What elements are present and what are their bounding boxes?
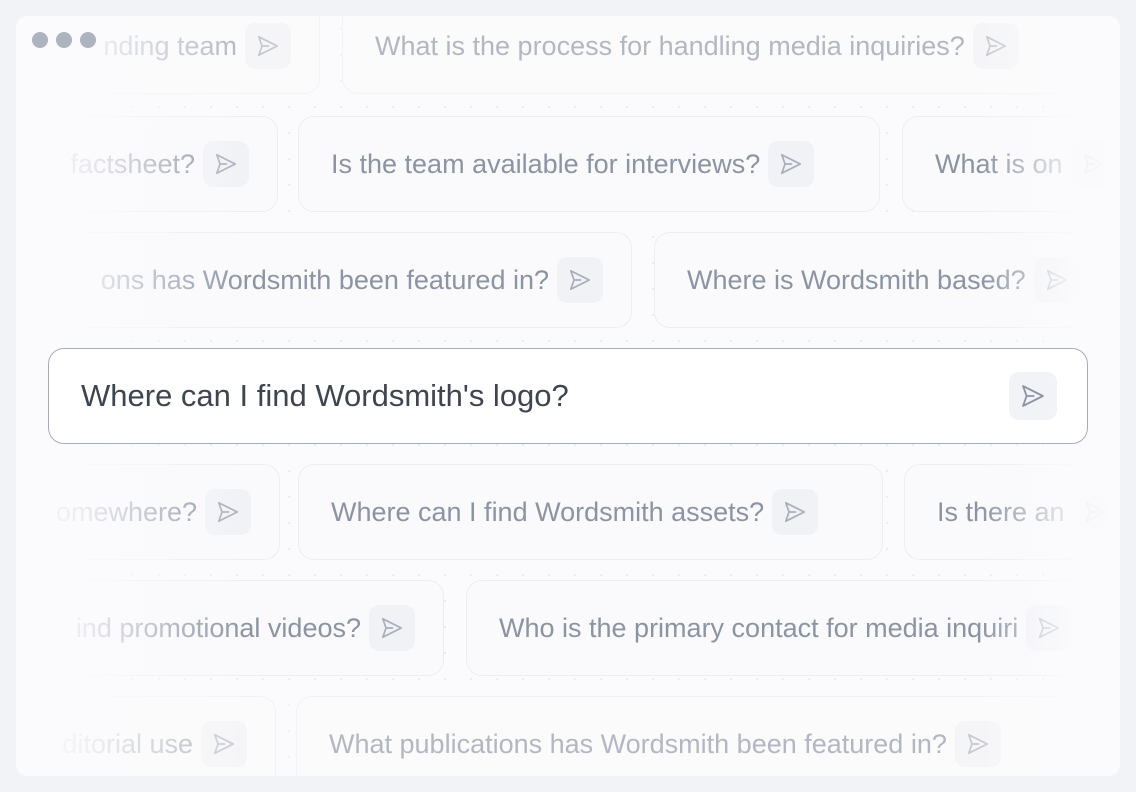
suggestion-chip[interactable]: Where is Wordsmith based? <box>654 232 1120 328</box>
send-button[interactable] <box>203 141 249 187</box>
suggestion-text: What publications has Wordsmith been fea… <box>329 728 947 759</box>
suggestion-text: Is the team available for interviews? <box>331 148 761 179</box>
send-icon <box>213 733 235 755</box>
suggestion-text: Who is the primary contact for media inq… <box>499 612 1019 643</box>
send-button[interactable] <box>772 489 819 535</box>
suggestion-chip[interactable]: nding team <box>16 16 320 94</box>
window-dot-3-icon[interactable] <box>80 32 96 48</box>
suggestion-text: omewhere? <box>55 496 197 527</box>
featured-question-text: Where can I find Wordsmith's logo? <box>81 378 569 413</box>
window-dot-2-icon[interactable] <box>56 32 72 48</box>
send-icon <box>1046 269 1067 291</box>
main-send-button[interactable] <box>1009 372 1057 420</box>
send-icon <box>1085 501 1106 523</box>
send-button[interactable] <box>369 605 415 651</box>
send-button[interactable] <box>972 23 1019 69</box>
window-dot-1-icon[interactable] <box>32 32 48 48</box>
send-button[interactable] <box>557 257 603 303</box>
suggestion-text: What is on <box>935 148 1063 179</box>
send-button[interactable] <box>1072 489 1119 535</box>
suggestion-chip[interactable]: What is on <box>902 116 1120 212</box>
suggestion-chip[interactable]: Where can I find Wordsmith assets? <box>298 464 883 560</box>
send-icon <box>257 35 279 57</box>
send-icon <box>785 501 806 523</box>
send-icon <box>1083 153 1104 175</box>
suggestion-chip[interactable]: What is the process for handling media i… <box>342 16 1102 94</box>
suggestion-chip[interactable]: Is the team available for interviews? <box>298 116 880 212</box>
send-button[interactable] <box>1033 257 1080 303</box>
send-button[interactable] <box>245 23 291 69</box>
featured-question-input[interactable]: Where can I find Wordsmith's logo? <box>48 348 1088 444</box>
send-icon <box>1022 385 1044 407</box>
send-button[interactable] <box>201 721 247 767</box>
window-controls <box>32 32 96 48</box>
send-icon <box>215 153 237 175</box>
suggestion-text: factsheet? <box>70 148 195 179</box>
suggestion-text: nding team <box>103 30 237 61</box>
send-icon <box>217 501 239 523</box>
suggestion-text: ditorial use <box>62 728 193 759</box>
suggestion-text: ons has Wordsmith been featured in? <box>100 264 549 295</box>
send-button[interactable] <box>954 721 1001 767</box>
suggestion-chip[interactable]: ind promotional videos? <box>16 580 444 676</box>
send-icon <box>985 35 1006 57</box>
send-icon <box>569 269 591 291</box>
suggestion-text: ind promotional videos? <box>75 612 361 643</box>
send-button[interactable] <box>205 489 251 535</box>
send-button[interactable] <box>768 141 815 187</box>
suggestion-text: Where can I find Wordsmith assets? <box>331 496 765 527</box>
suggestion-chip[interactable]: omewhere? <box>16 464 280 560</box>
suggestion-chip[interactable]: Who is the primary contact for media inq… <box>466 580 1120 676</box>
send-icon <box>781 153 802 175</box>
suggestion-text: Is there an <box>937 496 1065 527</box>
send-button[interactable] <box>1070 141 1117 187</box>
suggestion-chip[interactable]: ditorial use <box>16 696 276 776</box>
suggestion-chip[interactable]: Is there an <box>904 464 1120 560</box>
app-window: nding team What is the process for handli… <box>16 16 1120 776</box>
send-icon <box>381 617 403 639</box>
suggestion-text: What is the process for handling media i… <box>375 30 965 61</box>
suggestion-chip[interactable]: What publications has Wordsmith been fea… <box>296 696 1120 776</box>
suggestion-chip[interactable]: ons has Wordsmith been featured in? <box>16 232 632 328</box>
suggestion-chip[interactable]: factsheet? <box>16 116 278 212</box>
suggestion-text: Where is Wordsmith based? <box>687 264 1026 295</box>
send-icon <box>967 733 988 755</box>
send-button[interactable] <box>1026 605 1073 651</box>
send-icon <box>1039 617 1060 639</box>
